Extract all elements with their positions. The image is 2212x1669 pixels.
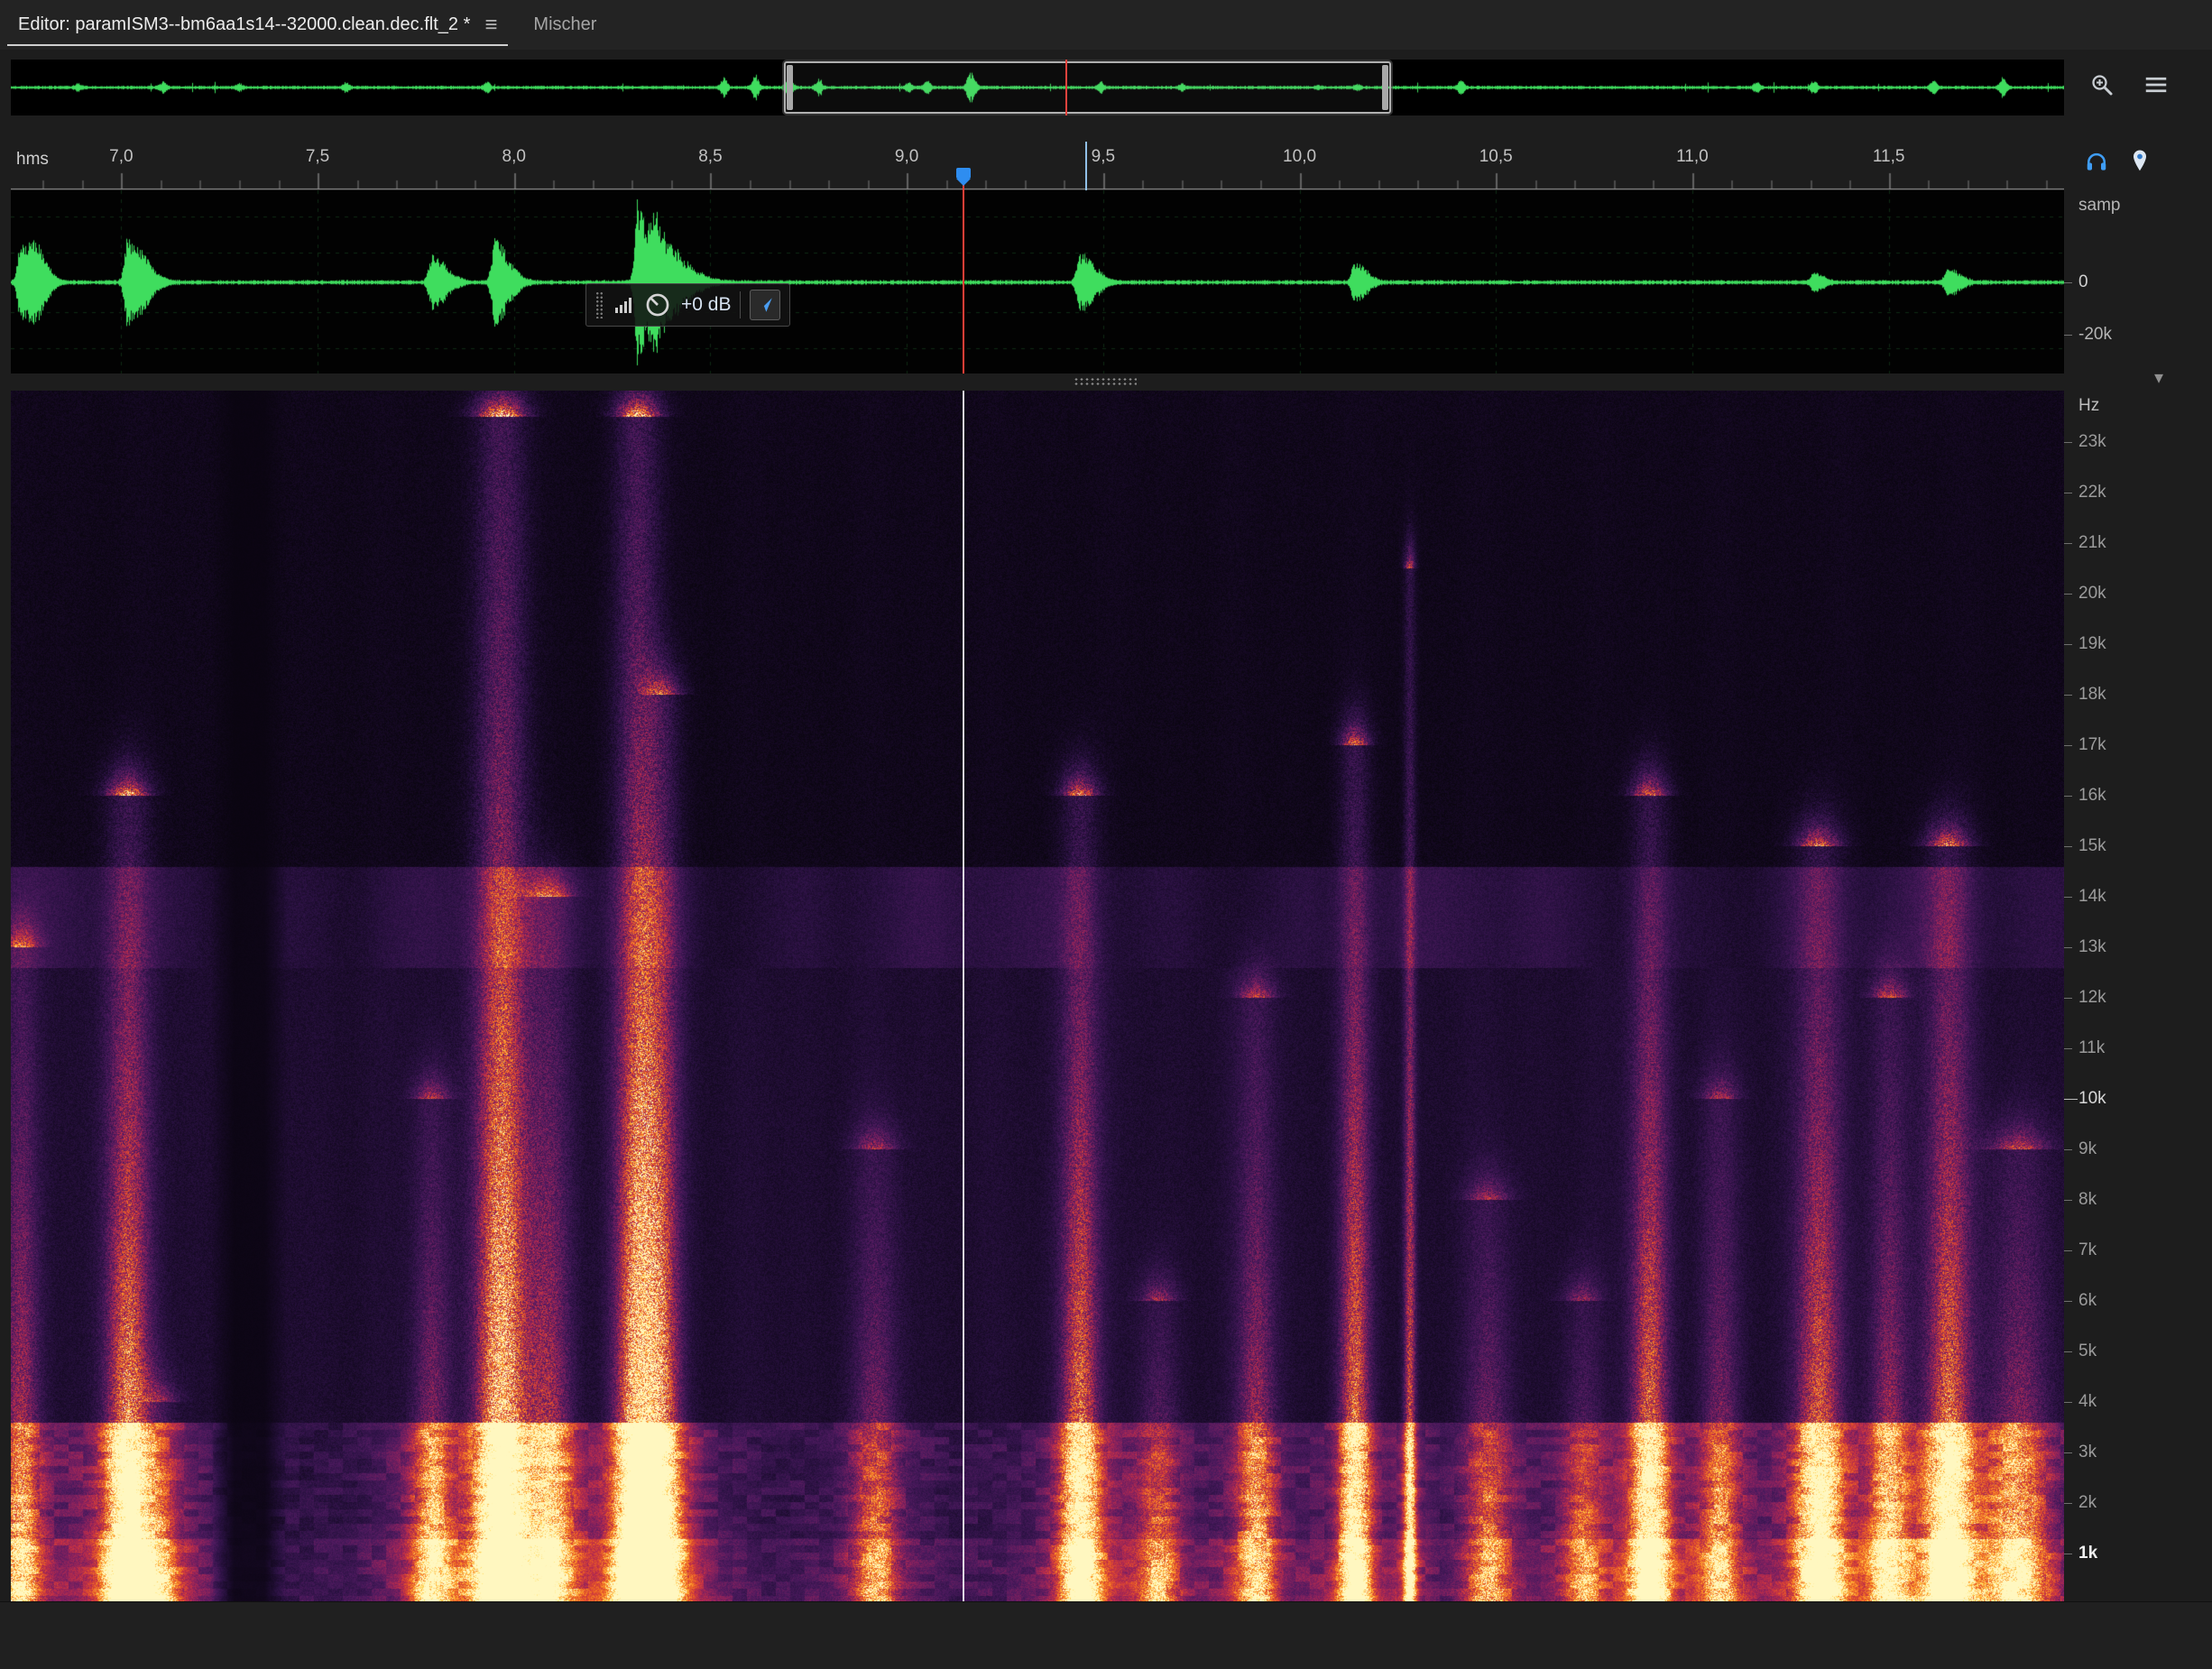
hud-pin-button[interactable] xyxy=(750,290,780,320)
selection-handle-right[interactable] xyxy=(1382,65,1388,110)
timeline-marker-line xyxy=(1085,142,1087,190)
frequency-label: 1k xyxy=(2078,1544,2097,1563)
tab-mischer[interactable]: Mischer xyxy=(515,0,614,50)
hud-separator xyxy=(740,291,741,318)
editor-list-button[interactable] xyxy=(2140,69,2172,101)
frequency-tick xyxy=(2064,1503,2072,1504)
frequency-tick xyxy=(2064,1301,2072,1302)
panel-menu-icon[interactable]: ≡ xyxy=(484,14,497,36)
pin-icon xyxy=(2126,147,2153,174)
frequency-label: 9k xyxy=(2078,1139,2097,1159)
panel-splitter-handle[interactable] xyxy=(1074,377,1137,386)
frequency-label: 18k xyxy=(2078,685,2106,705)
frequency-tick xyxy=(2064,1452,2072,1453)
transport-bar: 0:09.145 xyxy=(0,1601,2212,1669)
navigate-zoom-icon xyxy=(2088,71,2115,98)
ruler-toolbar xyxy=(2080,144,2156,177)
playhead-handle[interactable] xyxy=(956,168,971,179)
mischer-tab-label: Mischer xyxy=(533,14,596,35)
frequency-label: 11k xyxy=(2078,1038,2105,1058)
frequency-label: 17k xyxy=(2078,735,2106,755)
frequency-label: 15k xyxy=(2078,836,2106,856)
frequency-ruler[interactable]: Hz 23k 22k 21k 20k 19k 18k 17k 16k 15k 14k 13k 12k 1… xyxy=(2064,391,2212,1601)
panel-tab-bar: Editor: paramISM3--bm6aa1s14--32000.clea… xyxy=(0,0,2212,50)
timeline-ruler[interactable] xyxy=(11,140,2064,190)
frequency-label: 19k xyxy=(2078,634,2106,654)
frequency-label: 4k xyxy=(2078,1392,2097,1412)
frequency-tick xyxy=(2064,745,2072,746)
zoom-navigate-button[interactable] xyxy=(2086,69,2118,101)
spectrogram-display[interactable] xyxy=(11,391,2064,1601)
frequency-tick xyxy=(2064,947,2072,948)
list-icon xyxy=(2143,71,2170,98)
overview-toolbar xyxy=(2086,69,2172,101)
amplitude-ruler[interactable]: samp 0 -20k xyxy=(2064,190,2212,373)
amplitude-neg-label: -20k xyxy=(2078,325,2112,345)
headphones-icon xyxy=(2083,147,2110,174)
frequency-label: 13k xyxy=(2078,937,2106,957)
frequency-tick xyxy=(2064,1099,2078,1100)
frequency-tick xyxy=(2064,594,2072,595)
frequency-tick xyxy=(2064,1149,2072,1150)
timeline-unit-label: hms xyxy=(16,150,49,170)
volume-knob-icon[interactable] xyxy=(643,290,672,319)
frequency-label: 20k xyxy=(2078,584,2106,604)
frequency-tick xyxy=(2064,897,2072,898)
overview-playhead-line xyxy=(1065,60,1067,115)
playhead-line-waveform xyxy=(963,179,964,373)
frequency-tick xyxy=(2064,796,2072,797)
frequency-label: 7k xyxy=(2078,1240,2097,1260)
frequency-tick xyxy=(2064,1351,2072,1352)
meter-bars-icon xyxy=(613,294,634,316)
waveform-display[interactable] xyxy=(11,190,2064,373)
playhead-line-spectrogram xyxy=(963,391,964,1601)
frequency-tick xyxy=(2064,1250,2072,1251)
frequency-tick xyxy=(2064,442,2072,443)
frequency-label: 12k xyxy=(2078,988,2106,1008)
monitor-headphones-button[interactable] xyxy=(2080,144,2113,177)
frequency-label: 10k xyxy=(2078,1089,2106,1109)
frequency-tick xyxy=(2064,543,2072,544)
frequency-label: 5k xyxy=(2078,1342,2097,1361)
editor-tab-label: Editor: paramISM3--bm6aa1s14--32000.clea… xyxy=(18,14,470,35)
frequency-tick xyxy=(2064,1200,2072,1201)
frequency-label: 22k xyxy=(2078,483,2106,503)
pin-playhead-button[interactable] xyxy=(2124,144,2156,177)
frequency-tick xyxy=(2064,998,2072,999)
frequency-label: 2k xyxy=(2078,1493,2097,1513)
amplitude-zero-label: 0 xyxy=(2078,272,2088,292)
frequency-tick xyxy=(2064,695,2072,696)
amplitude-unit-label: samp xyxy=(2078,196,2120,216)
hud-grip-handle[interactable] xyxy=(595,291,604,318)
overview-selection-box[interactable] xyxy=(784,61,1391,114)
frequency-label: 3k xyxy=(2078,1443,2097,1462)
tab-editor[interactable]: Editor: paramISM3--bm6aa1s14--32000.clea… xyxy=(0,0,515,50)
launch-icon xyxy=(755,295,775,315)
frequency-label: 6k xyxy=(2078,1291,2097,1311)
frequency-label: 23k xyxy=(2078,432,2106,452)
gain-hud[interactable]: +0 dB xyxy=(585,283,790,327)
selection-handle-left[interactable] xyxy=(787,65,793,110)
frequency-unit-label: Hz xyxy=(2078,396,2099,416)
collapse-arrow-icon[interactable]: ▾ xyxy=(2154,366,2163,389)
frequency-label: 21k xyxy=(2078,533,2106,553)
frequency-tick xyxy=(2064,644,2072,645)
frequency-tick xyxy=(2064,1048,2072,1049)
frequency-tick xyxy=(2064,846,2072,847)
frequency-label: 14k xyxy=(2078,887,2106,907)
hud-gain-value: +0 dB xyxy=(681,294,731,316)
frequency-label: 8k xyxy=(2078,1190,2097,1210)
frequency-tick xyxy=(2064,1402,2072,1403)
frequency-label: 16k xyxy=(2078,786,2106,806)
